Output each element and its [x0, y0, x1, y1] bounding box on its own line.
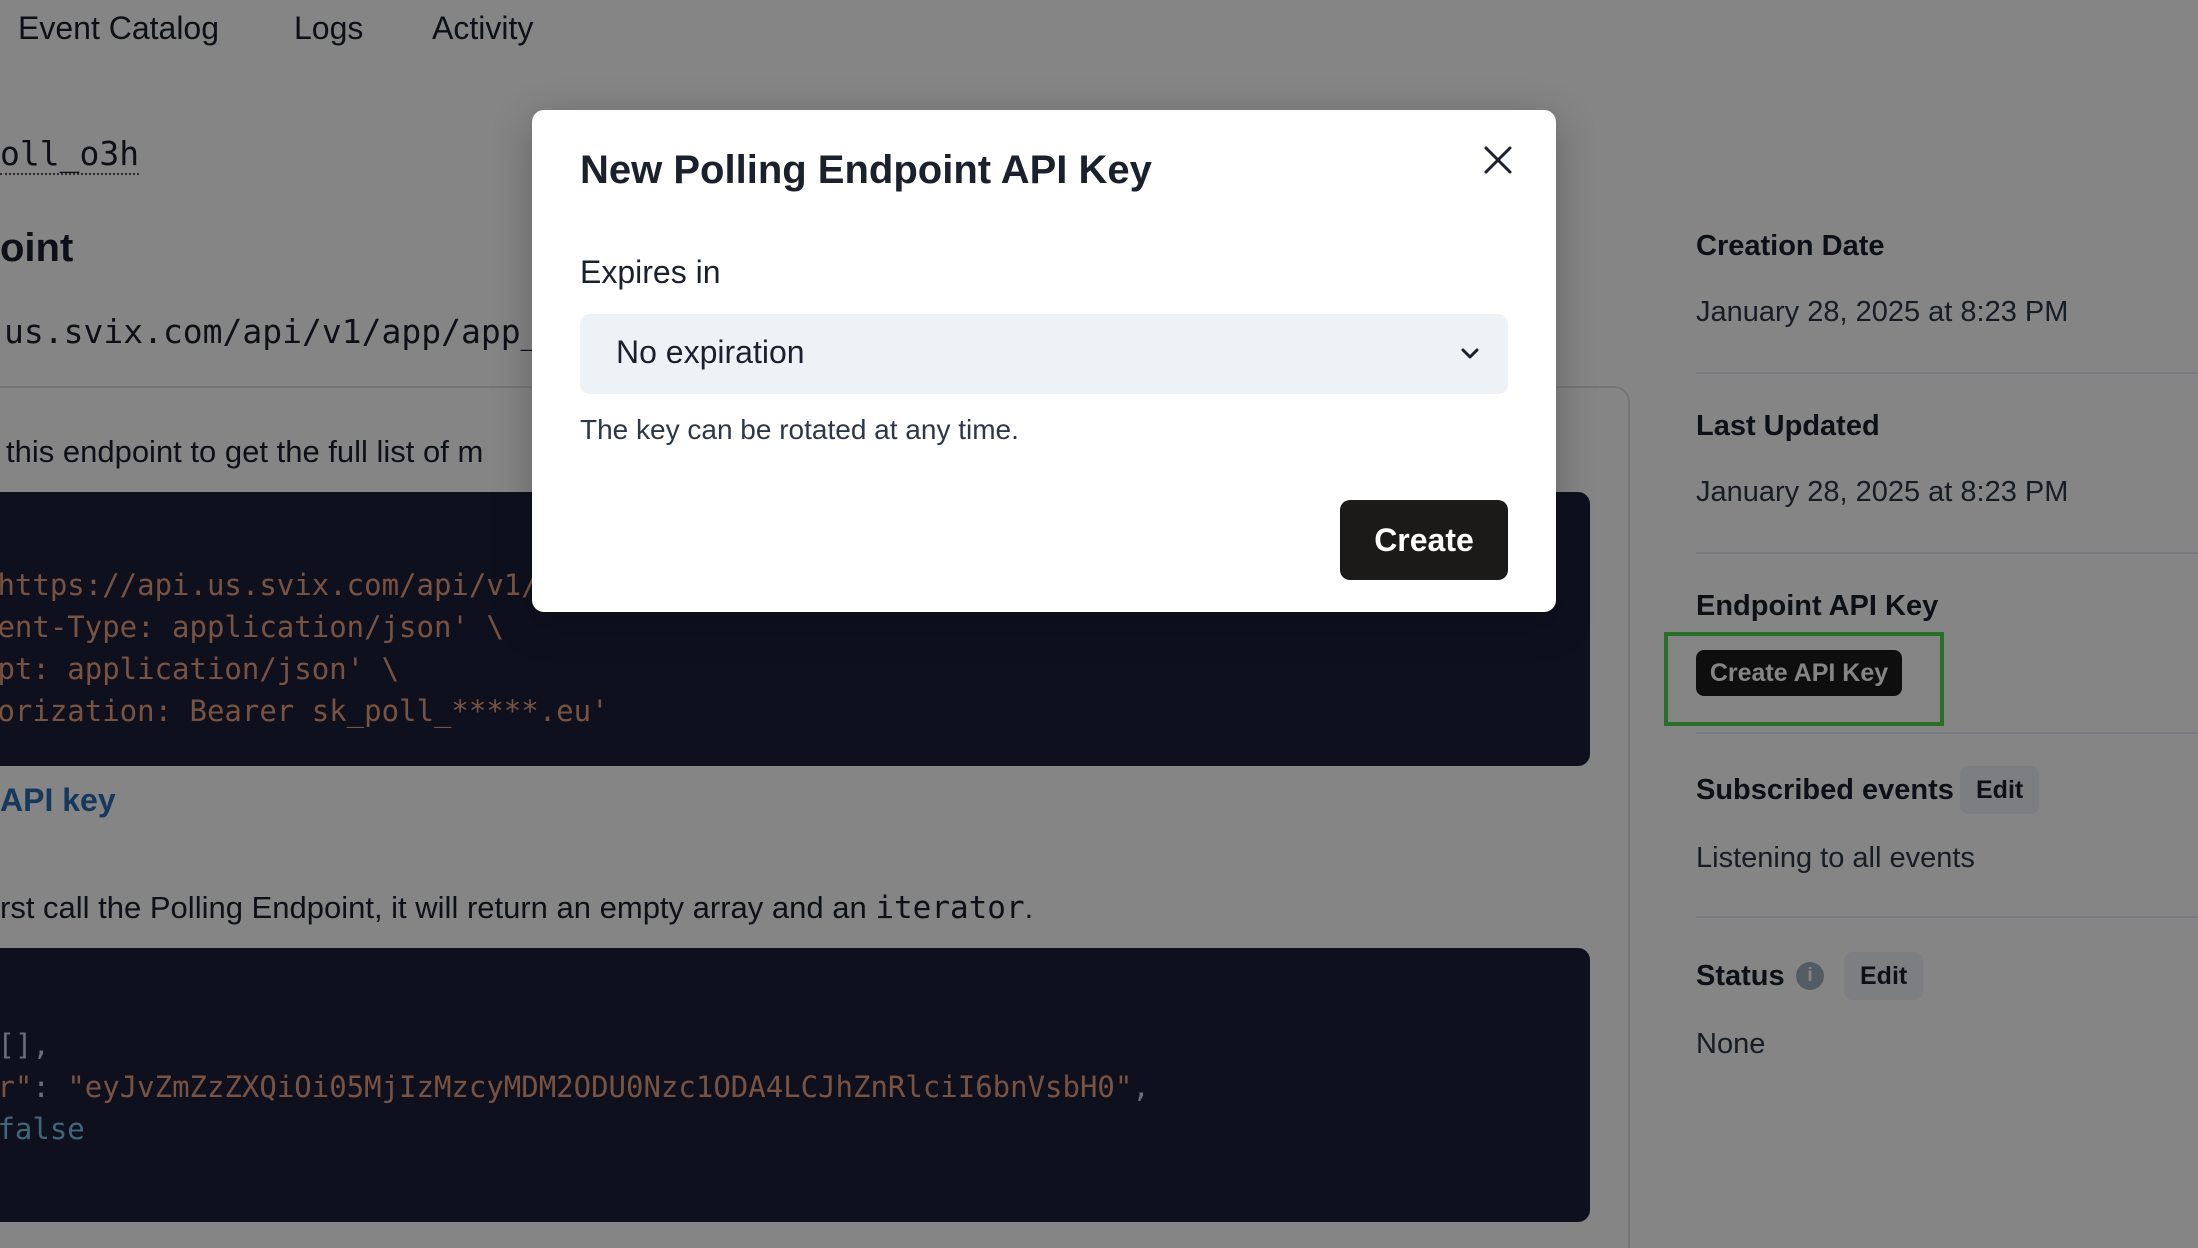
create-button[interactable]: Create	[1340, 500, 1508, 580]
expiration-select[interactable]: No expiration	[580, 314, 1508, 394]
help-text: The key can be rotated at any time.	[580, 414, 1019, 445]
modal-title: New Polling Endpoint API Key	[580, 148, 1152, 192]
expiration-selected-value: No expiration	[616, 334, 805, 370]
chevron-down-icon	[1456, 340, 1484, 368]
expires-in-label: Expires in	[580, 254, 721, 290]
new-api-key-modal: New Polling Endpoint API Key Expires in …	[532, 110, 1556, 612]
close-icon[interactable]	[1476, 138, 1520, 182]
